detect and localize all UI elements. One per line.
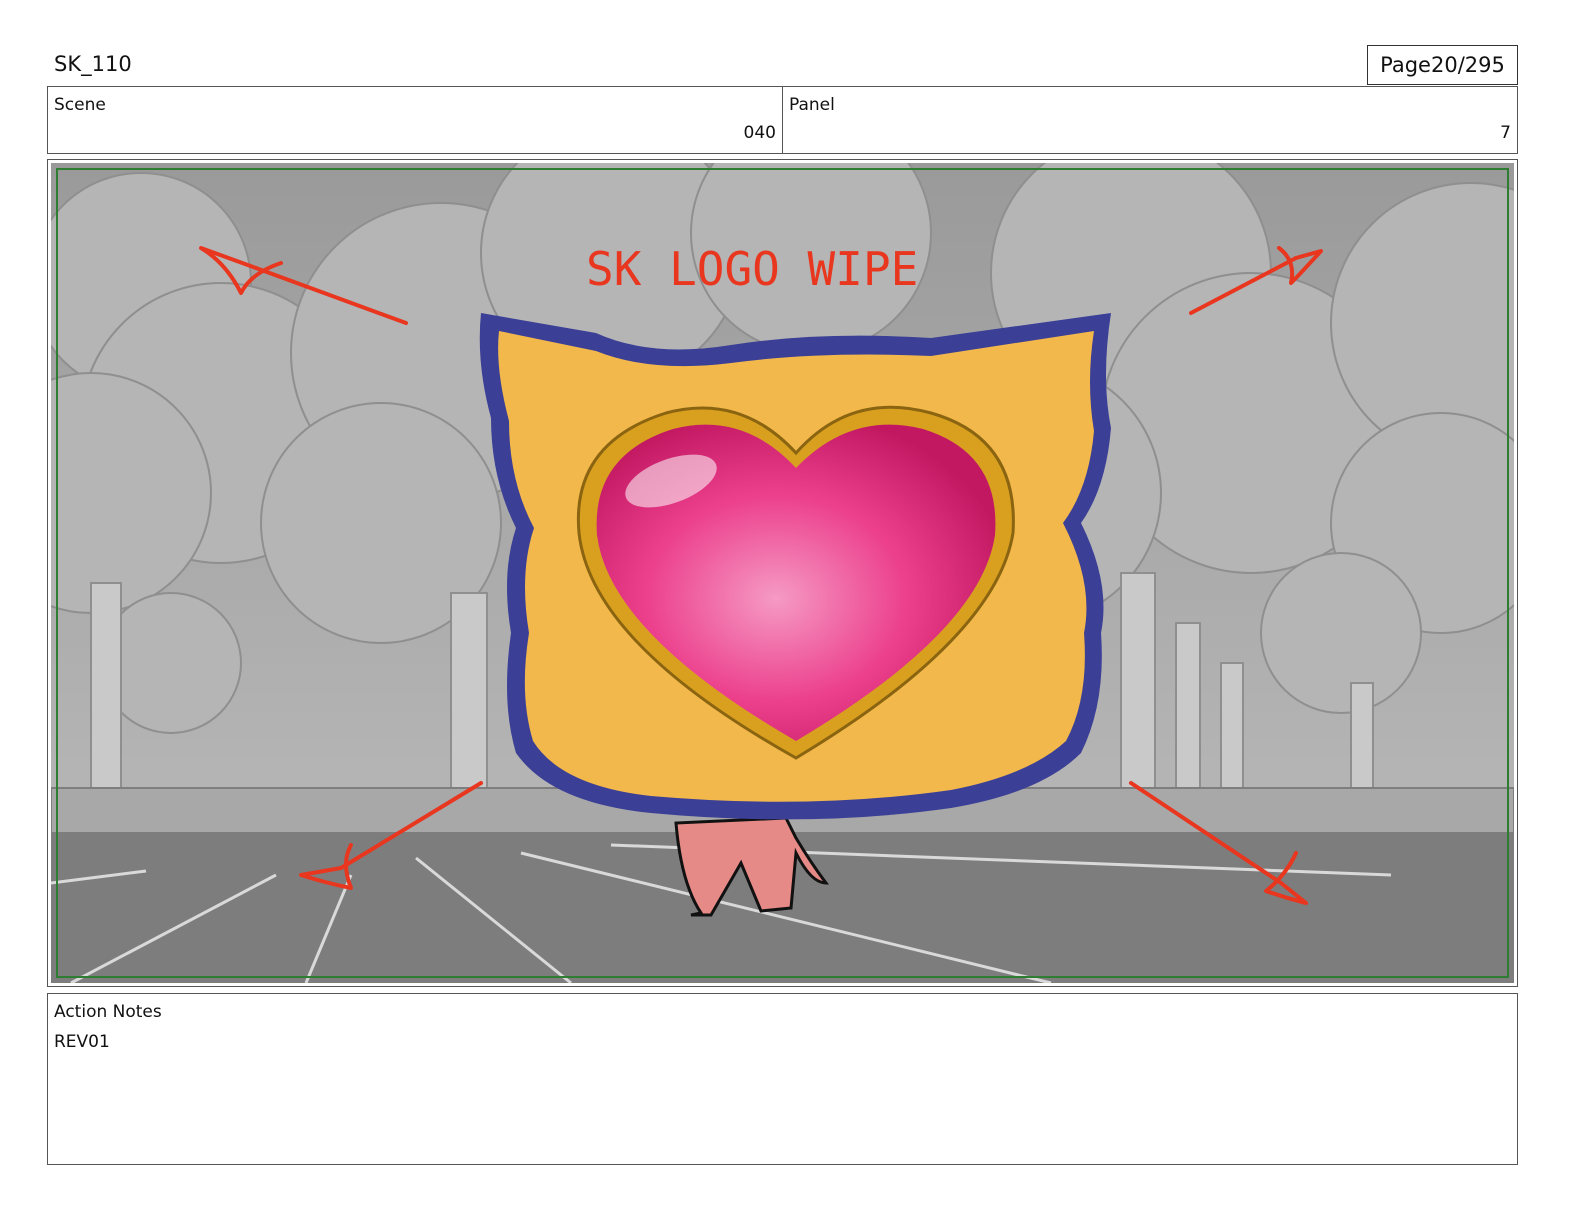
sk-logo (479, 313, 1111, 820)
page-label: Page (1380, 53, 1431, 77)
action-notes-text: REV01 (54, 1032, 110, 1052)
scene-box: Scene 040 (47, 86, 783, 154)
page-indicator: Page 20/295 (1367, 45, 1518, 85)
panel-number: 7 (1500, 123, 1511, 143)
scene-label: Scene (54, 95, 106, 115)
annotation-text: SK LOGO WIPE (586, 242, 918, 296)
panel-box: Panel 7 (782, 86, 1518, 154)
storyboard-drawing: SK LOGO WIPE (51, 163, 1514, 983)
sheet-code: SK_110 (54, 52, 132, 76)
action-notes-label: Action Notes (54, 1002, 162, 1022)
page-number: 20/295 (1430, 53, 1505, 77)
action-notes-box: Action Notes REV01 (47, 993, 1518, 1165)
panel-label: Panel (789, 95, 835, 115)
storyboard-frame: SK LOGO WIPE (47, 159, 1518, 987)
scene-number: 040 (743, 123, 776, 143)
